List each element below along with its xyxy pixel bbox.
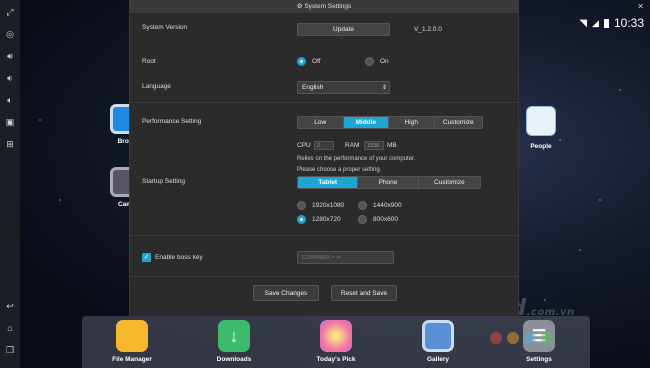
dot: [541, 332, 553, 344]
location-icon[interactable]: ◎: [4, 28, 16, 40]
wifi-icon: ◥: [579, 17, 588, 29]
screenshot-icon[interactable]: ▣: [4, 116, 16, 128]
dot: [490, 332, 502, 344]
dock-item-label: Today's Pick: [316, 356, 356, 363]
performance-segmented-control: Low Middle High Customize: [297, 116, 483, 129]
fullscreen-icon[interactable]: ⤢: [4, 6, 16, 18]
dock-item-label: Gallery: [426, 356, 450, 363]
performance-middle[interactable]: Middle: [343, 117, 390, 128]
battery-icon: [603, 18, 609, 28]
update-button[interactable]: Update: [297, 23, 390, 36]
dock-item-todays-pick[interactable]: Today's Pick: [306, 320, 366, 363]
language-select[interactable]: English ⇕: [297, 81, 390, 94]
performance-customize[interactable]: Customize: [434, 117, 482, 128]
performance-high[interactable]: High: [389, 117, 435, 128]
radio-label: Off: [312, 58, 321, 65]
recent-apps-icon[interactable]: ❐: [4, 344, 16, 356]
radio-indicator: [297, 215, 306, 224]
close-window-icon[interactable]: ✕: [637, 2, 644, 11]
volume-mid-icon[interactable]: 🔉︎: [4, 72, 16, 84]
radio-label: 1920x1080: [312, 202, 345, 209]
volume-down-icon[interactable]: 🔈︎: [4, 94, 16, 106]
resolution-1440-radio[interactable]: 1440x900: [358, 201, 402, 210]
performance-label: Performance Setting: [142, 118, 202, 125]
performance-low[interactable]: Low: [298, 117, 344, 128]
system-settings-dialog: ⚙ System Settings System Version Update …: [129, 0, 519, 316]
dock-item-file-manager[interactable]: File Manager: [102, 320, 162, 363]
dialog-title: System Settings: [304, 3, 352, 10]
back-icon[interactable]: ↩: [4, 300, 16, 312]
root-label: Root: [142, 58, 156, 65]
startup-phone[interactable]: Phone: [358, 177, 419, 188]
version-value: V_1.2.0.0: [414, 26, 442, 33]
dock-item-gallery[interactable]: Gallery: [408, 320, 468, 363]
cpu-field[interactable]: 2: [314, 141, 334, 150]
home-icon[interactable]: ⌂: [4, 322, 16, 334]
signal-icon: ◢: [592, 17, 599, 28]
boss-key-label: Enable boss key: [155, 254, 203, 261]
people-icon: [526, 106, 556, 136]
folder-icon: [116, 320, 148, 352]
startup-segmented-control: Tablet Phone Customize: [297, 176, 481, 189]
radio-label: 800x600: [373, 216, 398, 223]
startup-tablet[interactable]: Tablet: [298, 177, 359, 188]
save-changes-button[interactable]: Save Changes: [253, 285, 319, 301]
ram-field[interactable]: 1536: [364, 141, 384, 150]
radio-indicator: [297, 57, 306, 66]
language-value: English: [302, 84, 324, 91]
startup-label: Startup Setting: [142, 178, 185, 185]
radio-label: On: [380, 58, 389, 65]
reset-and-save-button[interactable]: Reset and Save: [331, 285, 397, 301]
divider: [130, 235, 518, 236]
resolution-1280-radio[interactable]: 1280x720: [297, 215, 341, 224]
flower-icon: [320, 320, 352, 352]
radio-indicator: [358, 201, 367, 210]
performance-hint-1: Relies on the performance of your comput…: [297, 156, 416, 162]
dot: [507, 332, 519, 344]
download-icon: ↓: [218, 320, 250, 352]
cpu-label: CPU: [297, 142, 311, 149]
radio-label: 1280x720: [312, 216, 341, 223]
divider: [130, 102, 518, 103]
resolution-800-radio[interactable]: 800x600: [358, 215, 398, 224]
ram-label: RAM: [345, 142, 360, 149]
status-bar: ◥ ◢ 10:33: [579, 14, 650, 32]
radio-indicator: [365, 57, 374, 66]
resolution-1920-radio[interactable]: 1920x1080: [297, 201, 344, 210]
gallery-icon: [422, 320, 454, 352]
dialog-title-bar: ⚙ System Settings: [130, 0, 518, 13]
radio-label: 1440x900: [373, 202, 402, 209]
root-on-radio[interactable]: On: [365, 57, 389, 66]
radio-indicator: [358, 215, 367, 224]
radio-indicator: [297, 201, 306, 210]
boss-key-shortcut-input[interactable]: [297, 251, 394, 264]
apk-install-icon[interactable]: ⊞: [4, 138, 16, 150]
clock: 10:33: [613, 16, 644, 30]
dock-item-downloads[interactable]: ↓ Downloads: [204, 320, 264, 363]
dot: [524, 332, 536, 344]
chevron-updown-icon: ⇕: [381, 85, 387, 91]
ram-unit: MB: [387, 142, 397, 149]
dock-item-label: Settings: [526, 356, 552, 363]
volume-up-icon[interactable]: 🔊︎: [4, 50, 16, 62]
dock-item-label: Downloads: [216, 356, 252, 363]
left-toolbar: ⤢ ◎ 🔊︎ 🔉︎ 🔈︎ ▣ ⊞ ↩ ⌂ ❐: [0, 0, 20, 368]
system-version-label: System Version: [142, 24, 188, 31]
desktop-icon-people[interactable]: People: [526, 106, 556, 150]
boss-key-checkbox[interactable]: ✓: [142, 253, 151, 262]
watermark-dots: [490, 332, 553, 344]
startup-customize[interactable]: Customize: [418, 177, 480, 188]
root-off-radio[interactable]: Off: [297, 57, 321, 66]
desktop-icon-label: People: [530, 143, 552, 150]
dock-item-label: File Manager: [112, 356, 152, 363]
divider: [130, 276, 518, 277]
performance-hint-2: Please choose a proper setting.: [297, 167, 382, 173]
language-label: Language: [142, 83, 171, 90]
